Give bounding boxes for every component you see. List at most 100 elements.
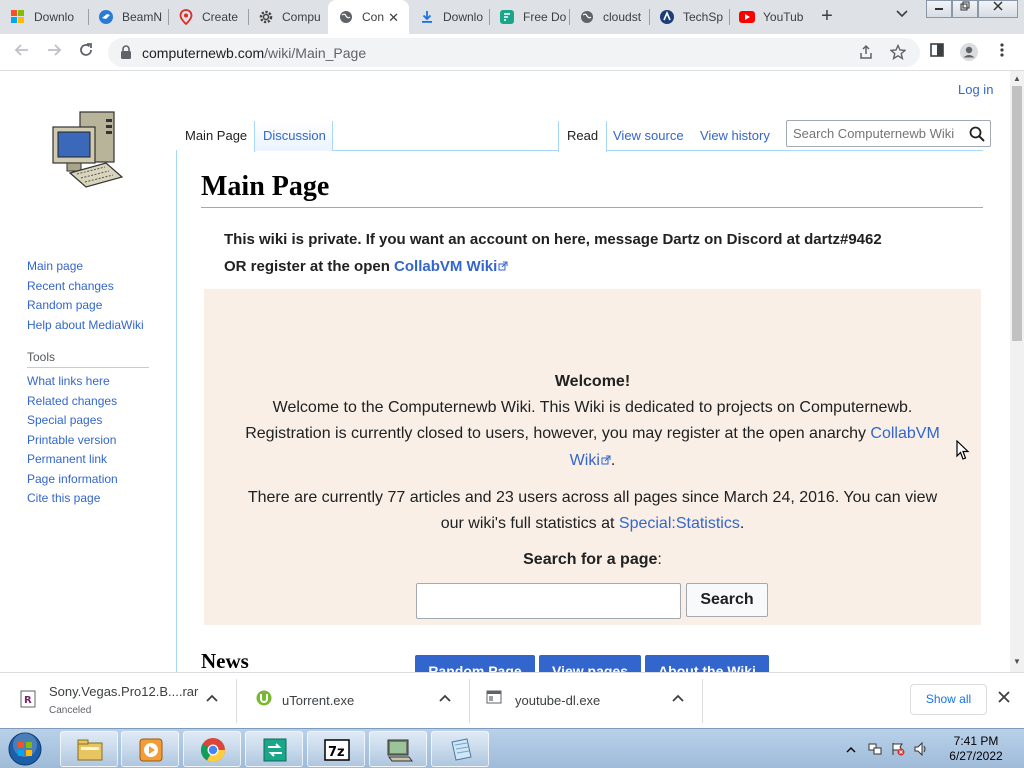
profile-avatar-icon[interactable] <box>959 42 979 62</box>
tab-label: Downlo <box>443 10 484 24</box>
notepad-icon <box>447 736 475 764</box>
tab-label: cloudst <box>603 10 642 24</box>
browser-tab-8[interactable]: cloudst <box>569 0 649 34</box>
divider <box>702 679 703 723</box>
download-icon <box>419 9 435 25</box>
tab-main-page[interactable]: Main Page <box>185 128 247 151</box>
tab-discussion[interactable]: Discussion <box>263 128 326 151</box>
show-hidden-icons-chevron-icon[interactable] <box>846 742 860 756</box>
beamng-icon <box>98 9 114 25</box>
close-window-button[interactable] <box>978 0 1018 18</box>
random-page-button[interactable]: Random Page <box>415 655 535 672</box>
wiki-logo-computer-icon[interactable] <box>50 107 126 193</box>
download-item-sony-vegas[interactable]: R Sony.Vegas.Pro12.B....rar Canceled <box>0 673 236 729</box>
lock-icon[interactable] <box>120 45 132 59</box>
taskbar-explorer[interactable] <box>60 731 118 767</box>
tool-permanent-link[interactable]: Permanent link <box>27 450 118 470</box>
globe-icon <box>338 9 354 25</box>
taskbar-7zip[interactable]: 7z <box>307 731 365 767</box>
sidebar-item-recent-changes[interactable]: Recent changes <box>27 277 144 297</box>
network-icon[interactable] <box>868 742 882 756</box>
scroll-down-arrow-icon[interactable]: ▼ <box>1013 657 1021 666</box>
svg-text:7z: 7z <box>328 745 345 760</box>
collabvm-wiki-link[interactable]: CollabVM Wiki <box>394 258 497 275</box>
taskbar-computer[interactable] <box>369 731 427 767</box>
scrollbar-thumb[interactable] <box>1012 86 1022 341</box>
tab-view-history[interactable]: View history <box>700 128 770 151</box>
browser-tab-4[interactable]: Compu <box>248 0 328 34</box>
tool-special-pages[interactable]: Special pages <box>27 411 118 431</box>
browser-tab-2[interactable]: BeamN <box>88 0 168 34</box>
7zip-icon: 7z <box>323 736 351 764</box>
chevron-up-icon[interactable] <box>672 693 686 707</box>
content-left-border <box>176 150 177 672</box>
chevron-up-icon[interactable] <box>206 693 220 707</box>
volume-speaker-icon[interactable] <box>914 741 928 757</box>
url-text[interactable]: computernewb.com/wiki/Main_Page <box>142 45 366 61</box>
sidebar-item-help[interactable]: Help about MediaWiki <box>27 316 144 336</box>
view-pages-button[interactable]: View pages <box>539 655 641 672</box>
tool-page-information[interactable]: Page information <box>27 470 118 490</box>
new-tab-button[interactable]: + <box>816 5 838 27</box>
close-tab-icon[interactable]: ✕ <box>388 10 399 26</box>
tool-related-changes[interactable]: Related changes <box>27 392 118 412</box>
browser-tab-10[interactable]: YouTub <box>729 0 809 34</box>
back-arrow-icon[interactable] <box>12 42 32 62</box>
restore-button[interactable] <box>952 0 978 18</box>
windows-taskbar: 7z 7:41 PM 6/27/2022 <box>0 728 1024 768</box>
taskbar-chrome[interactable] <box>183 731 241 767</box>
browser-tab-6[interactable]: Downlo <box>409 0 489 34</box>
forward-arrow-icon[interactable] <box>44 42 64 62</box>
taskbar-transfer-app[interactable] <box>245 731 303 767</box>
tab-label: Create <box>202 10 239 24</box>
system-clock[interactable]: 7:41 PM 6/27/2022 <box>936 734 1016 764</box>
close-downloads-icon[interactable] <box>998 690 1010 708</box>
download-item-youtube-dl[interactable]: youtube-dl.exe <box>469 673 702 729</box>
browser-tab-1[interactable]: Downlo <box>0 0 88 34</box>
download-item-utorrent[interactable]: uTorrent.exe <box>236 673 469 729</box>
search-icon[interactable] <box>969 126 985 142</box>
downloads-bar: R Sony.Vegas.Pro12.B....rar Canceled uTo… <box>0 672 1024 728</box>
taskbar-notepad[interactable] <box>431 731 489 767</box>
chevron-up-icon[interactable] <box>439 693 453 707</box>
tab-view-source[interactable]: View source <box>613 128 684 151</box>
reload-icon[interactable] <box>76 42 96 62</box>
about-wiki-button[interactable]: About the Wiki <box>645 655 769 672</box>
transfer-icon <box>261 736 289 764</box>
browser-tab-3[interactable]: Create <box>168 0 248 34</box>
tool-printable-version[interactable]: Printable version <box>27 431 118 451</box>
download-status: Canceled <box>49 705 92 716</box>
bookmark-star-icon[interactable] <box>889 43 907 62</box>
wiki-search-input[interactable] <box>793 126 963 141</box>
page-scrollbar[interactable]: ▲ ▼ <box>1010 71 1024 672</box>
action-center-flag-icon[interactable] <box>891 742 905 756</box>
address-bar[interactable]: computernewb.com/wiki/Main_Page <box>108 38 920 67</box>
share-icon[interactable] <box>857 44 875 62</box>
scroll-up-arrow-icon[interactable]: ▲ <box>1013 74 1021 83</box>
wiki-page: Log in Main page Recent changes Random p… <box>0 71 1010 672</box>
tab-read[interactable]: Read <box>567 128 598 151</box>
page-search-input[interactable] <box>416 583 681 619</box>
sidebar-item-main-page[interactable]: Main page <box>27 257 144 277</box>
techspot-icon <box>659 9 675 25</box>
tools-heading: Tools <box>27 350 56 364</box>
notice-line-1: This wiki is private. If you want an acc… <box>224 231 882 248</box>
taskbar-media-player[interactable] <box>121 731 179 767</box>
browser-tab-7[interactable]: Free Do <box>489 0 569 34</box>
menu-kebab-icon[interactable] <box>992 42 1012 62</box>
browser-tab-9[interactable]: TechSp <box>649 0 729 34</box>
side-panel-icon[interactable] <box>927 42 947 62</box>
browser-tab-5-active[interactable]: Con ✕ <box>328 0 409 34</box>
login-link[interactable]: Log in <box>958 82 993 97</box>
search-button[interactable]: Search <box>686 583 768 617</box>
windows-icon <box>10 9 26 25</box>
start-button-windows-icon[interactable] <box>5 731 45 767</box>
youtube-icon <box>739 9 755 25</box>
tab-label: Free Do <box>523 10 567 24</box>
tab-search-chevron-icon[interactable] <box>896 7 908 21</box>
show-all-downloads-button[interactable]: Show all <box>910 684 987 715</box>
minimize-button[interactable] <box>926 0 952 18</box>
sidebar-item-random-page[interactable]: Random page <box>27 296 144 316</box>
tool-what-links-here[interactable]: What links here <box>27 372 118 392</box>
tool-cite-this-page[interactable]: Cite this page <box>27 489 118 509</box>
